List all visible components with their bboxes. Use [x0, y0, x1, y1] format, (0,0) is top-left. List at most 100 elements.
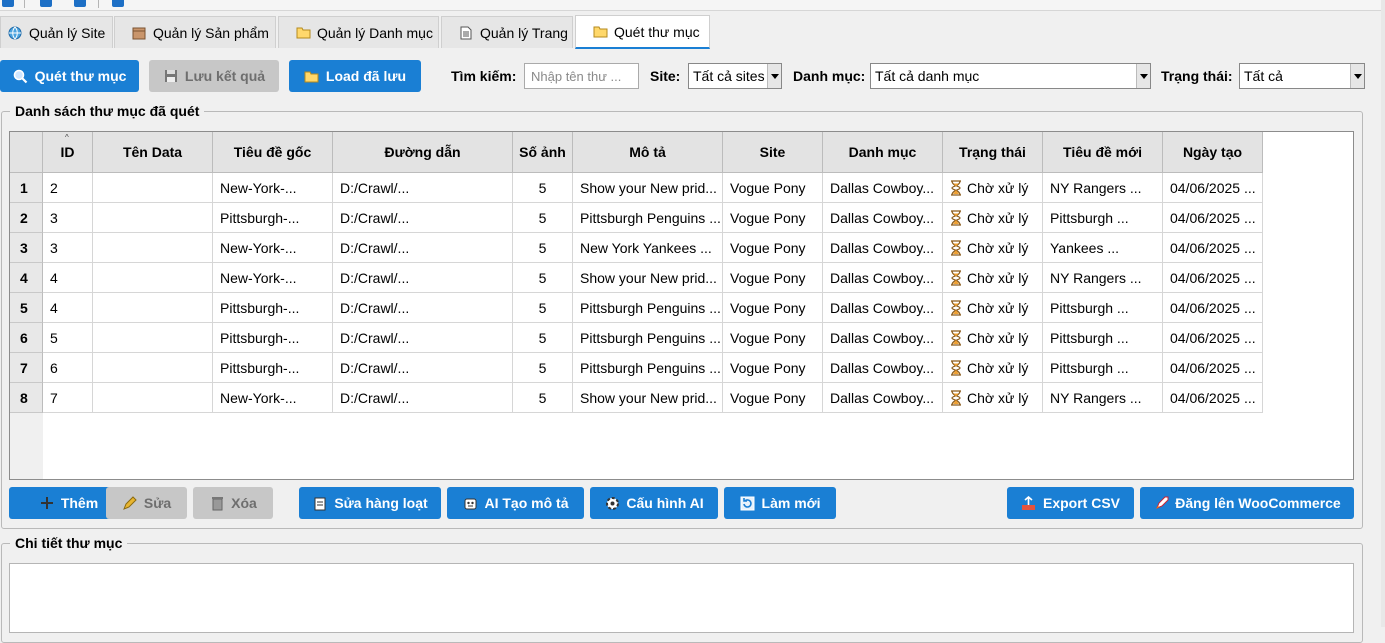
table-cell-description[interactable]: Pittsburgh Penguins ... [573, 353, 723, 383]
row-header[interactable]: 3 [10, 233, 43, 263]
table-cell-original-title[interactable]: Pittsburgh-... [213, 353, 333, 383]
table-cell-description[interactable]: New York Yankees ... [573, 233, 723, 263]
quick-access-icon[interactable] [40, 0, 52, 7]
table-cell-new-title[interactable]: NY Rangers ... [1043, 173, 1163, 203]
tab-category-management[interactable]: Quản lý Danh mục [278, 16, 439, 48]
delete-button[interactable]: Xóa [193, 487, 273, 519]
table-cell-path[interactable]: D:/Crawl/... [333, 383, 513, 413]
table-cell-status[interactable]: Chờ xử lý [943, 203, 1043, 233]
table-cell-created-date[interactable]: 04/06/2025 ... [1163, 323, 1263, 353]
column-header-image-count[interactable]: Số ảnh [513, 132, 573, 173]
table-cell-original-title[interactable]: New-York-... [213, 263, 333, 293]
table-cell-image-count[interactable]: 5 [513, 353, 573, 383]
table-cell-category[interactable]: Dallas Cowboy... [823, 203, 943, 233]
table-cell-new-title[interactable]: NY Rangers ... [1043, 263, 1163, 293]
table-cell-image-count[interactable]: 5 [513, 383, 573, 413]
table-cell-category[interactable]: Dallas Cowboy... [823, 323, 943, 353]
table-cell-id[interactable]: 5 [43, 323, 93, 353]
table-cell-data-name[interactable] [93, 293, 213, 323]
quick-access-icon[interactable] [2, 0, 14, 7]
row-header[interactable]: 2 [10, 203, 43, 233]
table-cell-data-name[interactable] [93, 383, 213, 413]
table-cell-status[interactable]: Chờ xử lý [943, 263, 1043, 293]
quick-access-icon[interactable] [112, 0, 124, 7]
table-row[interactable]: 4 New-York-... D:/Crawl/... 5 Show your New … [43, 263, 1263, 293]
status-filter-select[interactable]: Tất cả [1239, 63, 1365, 89]
edit-button[interactable]: Sửa [106, 487, 187, 519]
table-cell-status[interactable]: Chờ xử lý [943, 353, 1043, 383]
table-cell-description[interactable]: Pittsburgh Penguins ... [573, 323, 723, 353]
table-cell-image-count[interactable]: 5 [513, 293, 573, 323]
table-cell-site[interactable]: Vogue Pony [723, 353, 823, 383]
table-cell-created-date[interactable]: 04/06/2025 ... [1163, 383, 1263, 413]
table-cell-data-name[interactable] [93, 323, 213, 353]
table-row[interactable]: 7 New-York-... D:/Crawl/... 5 Show your New … [43, 383, 1263, 413]
table-cell-id[interactable]: 4 [43, 263, 93, 293]
table-cell-new-title[interactable]: Yankees ... [1043, 233, 1163, 263]
table-row[interactable]: 5 Pittsburgh-... D:/Crawl/... 5 Pittsburgh P… [43, 323, 1263, 353]
column-header-site[interactable]: Site [723, 132, 823, 173]
table-cell-data-name[interactable] [93, 233, 213, 263]
row-header[interactable]: 8 [10, 383, 43, 413]
table-cell-path[interactable]: D:/Crawl/... [333, 323, 513, 353]
table-cell-original-title[interactable]: Pittsburgh-... [213, 203, 333, 233]
row-header[interactable]: 1 [10, 173, 43, 203]
row-header[interactable]: 5 [10, 293, 43, 323]
site-filter-select[interactable]: Tất cả sites [688, 63, 782, 89]
column-header-original-title[interactable]: Tiêu đề gốc [213, 132, 333, 173]
table-cell-data-name[interactable] [93, 203, 213, 233]
table-cell-status[interactable]: Chờ xử lý [943, 173, 1043, 203]
table-row[interactable]: 6 Pittsburgh-... D:/Crawl/... 5 Pittsburgh P… [43, 353, 1263, 383]
ai-generate-description-button[interactable]: AI Tạo mô tả [447, 487, 584, 519]
table-cell-description[interactable]: Show your New prid... [573, 173, 723, 203]
table-cell-category[interactable]: Dallas Cowboy... [823, 173, 943, 203]
table-cell-path[interactable]: D:/Crawl/... [333, 353, 513, 383]
search-input[interactable]: Nhập tên thư ... [524, 63, 639, 89]
table-cell-created-date[interactable]: 04/06/2025 ... [1163, 203, 1263, 233]
table-cell-image-count[interactable]: 5 [513, 203, 573, 233]
table-cell-id[interactable]: 3 [43, 233, 93, 263]
table-cell-image-count[interactable]: 5 [513, 233, 573, 263]
table-cell-category[interactable]: Dallas Cowboy... [823, 353, 943, 383]
publish-woocommerce-button[interactable]: Đăng lên WooCommerce [1140, 487, 1354, 519]
table-cell-path[interactable]: D:/Crawl/... [333, 173, 513, 203]
table-cell-original-title[interactable]: New-York-... [213, 383, 333, 413]
table-cell-site[interactable]: Vogue Pony [723, 383, 823, 413]
save-results-button[interactable]: Lưu kết quả [149, 60, 279, 92]
table-cell-description[interactable]: Pittsburgh Penguins ... [573, 203, 723, 233]
table-cell-image-count[interactable]: 5 [513, 173, 573, 203]
table-cell-site[interactable]: Vogue Pony [723, 233, 823, 263]
table-cell-category[interactable]: Dallas Cowboy... [823, 293, 943, 323]
table-cell-created-date[interactable]: 04/06/2025 ... [1163, 293, 1263, 323]
table-cell-new-title[interactable]: Pittsburgh ... [1043, 203, 1163, 233]
table-cell-new-title[interactable]: Pittsburgh ... [1043, 353, 1163, 383]
table-row[interactable]: 4 Pittsburgh-... D:/Crawl/... 5 Pittsburgh P… [43, 293, 1263, 323]
table-cell-path[interactable]: D:/Crawl/... [333, 203, 513, 233]
table-cell-new-title[interactable]: Pittsburgh ... [1043, 293, 1163, 323]
chevron-down-icon[interactable] [1350, 64, 1364, 88]
column-header-new-title[interactable]: Tiêu đề mới [1043, 132, 1163, 173]
table-cell-image-count[interactable]: 5 [513, 263, 573, 293]
column-header-path[interactable]: Đường dẫn [333, 132, 513, 173]
column-header-data-name[interactable]: Tên Data [93, 132, 213, 173]
column-header-category[interactable]: Danh mục [823, 132, 943, 173]
load-saved-button[interactable]: Load đã lưu [289, 60, 421, 92]
table-cell-data-name[interactable] [93, 173, 213, 203]
chevron-down-icon[interactable] [767, 64, 781, 88]
folder-detail-panel[interactable] [9, 563, 1354, 633]
folders-grid[interactable]: ID Tên Data Tiêu đề gốc Đường dẫn Số ảnh Mô t… [9, 131, 1354, 480]
table-cell-id[interactable]: 3 [43, 203, 93, 233]
table-cell-image-count[interactable]: 5 [513, 323, 573, 353]
table-cell-path[interactable]: D:/Crawl/... [333, 293, 513, 323]
tab-folder-scan[interactable]: Quét thư mục [575, 15, 710, 49]
tab-site-management[interactable]: Quản lý Site [0, 16, 113, 48]
tab-page-management[interactable]: Quản lý Trang [441, 16, 573, 48]
column-header-status[interactable]: Trạng thái [943, 132, 1043, 173]
table-cell-id[interactable]: 4 [43, 293, 93, 323]
table-cell-original-title[interactable]: Pittsburgh-... [213, 293, 333, 323]
bulk-edit-button[interactable]: Sửa hàng loạt [299, 487, 441, 519]
table-cell-original-title[interactable]: Pittsburgh-... [213, 323, 333, 353]
table-cell-description[interactable]: Pittsburgh Penguins ... [573, 293, 723, 323]
table-cell-created-date[interactable]: 04/06/2025 ... [1163, 173, 1263, 203]
table-cell-created-date[interactable]: 04/06/2025 ... [1163, 233, 1263, 263]
